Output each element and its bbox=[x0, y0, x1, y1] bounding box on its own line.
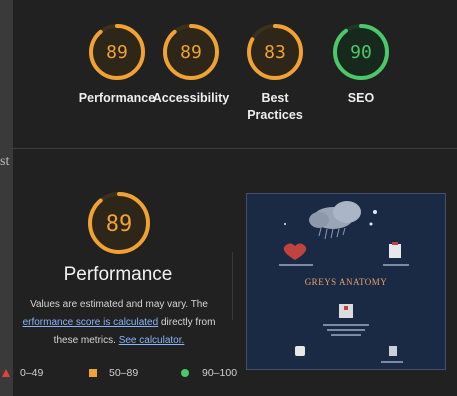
gauge-seo[interactable]: 90 SEO bbox=[316, 22, 406, 107]
hospital-icon bbox=[339, 304, 353, 318]
cloud-icon bbox=[309, 201, 361, 240]
score-ring-icon: 90 bbox=[333, 24, 389, 80]
legend-mid-label: 50–89 bbox=[109, 367, 139, 379]
section-divider bbox=[13, 148, 457, 149]
performance-score-gauge: 89 bbox=[88, 192, 150, 254]
clipboard-icon bbox=[389, 242, 401, 258]
performance-score-value: 89 bbox=[106, 212, 133, 237]
performance-description: Values are estimated and may vary. The e… bbox=[22, 299, 216, 346]
vertical-separator bbox=[232, 252, 233, 320]
bandage-icon bbox=[295, 346, 305, 356]
circle-pass-icon bbox=[181, 369, 189, 377]
gauge-best-practices[interactable]: 83 Best Practices bbox=[230, 22, 320, 124]
page-screenshot-thumbnail[interactable]: GREYS ANATOMY bbox=[246, 193, 446, 370]
score-calculated-link[interactable]: erformance score is calculated bbox=[23, 317, 159, 328]
triangle-fail-icon bbox=[2, 369, 10, 377]
score-ring-icon: 83 bbox=[247, 24, 303, 80]
gauge-value: 83 bbox=[264, 42, 286, 63]
gauge-value: 90 bbox=[350, 42, 372, 63]
legend-high-label: 90–100 bbox=[202, 367, 238, 379]
gauge-label: SEO bbox=[347, 91, 375, 105]
heart-icon bbox=[283, 243, 307, 260]
see-calculator-link[interactable]: See calculator. bbox=[119, 335, 185, 346]
gauge-accessibility[interactable]: 89 Accessibility bbox=[146, 22, 236, 107]
legend-low-label: 0–49 bbox=[20, 367, 44, 379]
gauge-label: Best Practices bbox=[247, 91, 303, 122]
left-edge-text: st bbox=[0, 154, 10, 169]
score-ring-icon: 89 bbox=[89, 24, 145, 80]
gauge-value: 89 bbox=[106, 42, 128, 63]
gauge-value: 89 bbox=[180, 42, 202, 63]
performance-title: Performance bbox=[63, 264, 173, 285]
gauge-label: Accessibility bbox=[152, 91, 230, 105]
medicine-icon bbox=[389, 346, 397, 356]
score-ring-icon: 89 bbox=[163, 24, 219, 80]
thumbnail-title: GREYS ANATOMY bbox=[304, 277, 388, 287]
square-average-icon bbox=[89, 369, 97, 377]
left-page-edge: st bbox=[0, 0, 13, 396]
